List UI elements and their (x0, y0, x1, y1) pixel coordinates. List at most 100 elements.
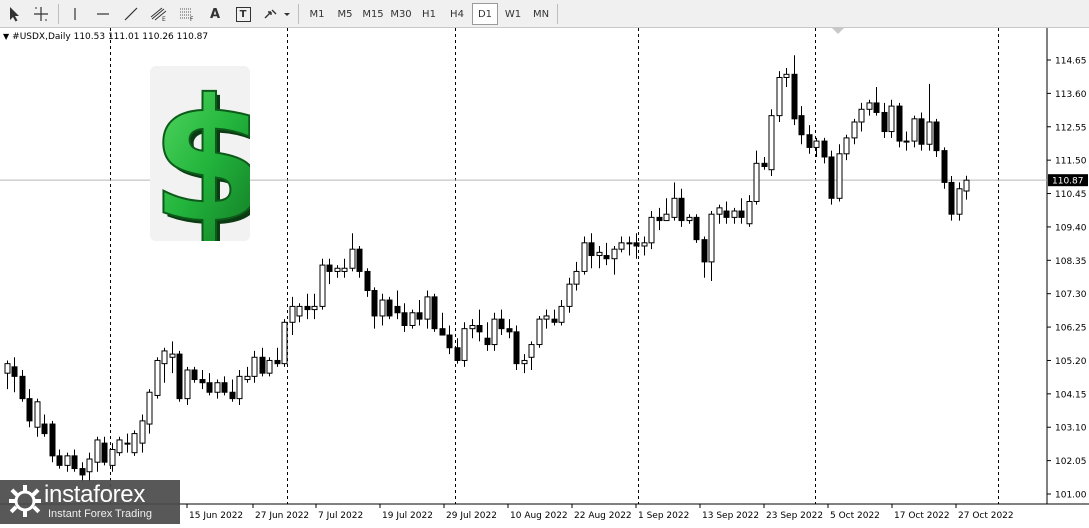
candle-bull (716, 207, 723, 215)
text-icon[interactable]: A (204, 3, 226, 25)
candle-bull (169, 353, 176, 358)
candle-bull (858, 108, 865, 123)
x-tick-label: 22 Aug 2022 (574, 511, 632, 521)
candle-bear (101, 442, 108, 463)
dollar-sign-image: $ $ (149, 62, 272, 265)
candle-bear (26, 398, 33, 422)
watermark-brand: instaforex (44, 481, 146, 508)
candle-bear (821, 140, 828, 158)
candle-bull (131, 433, 138, 454)
horizontal-line-icon[interactable] (92, 3, 114, 25)
y-tick-label: 103.10 (1055, 424, 1087, 434)
candle-bull (379, 299, 386, 317)
timeframe-w1[interactable]: W1 (500, 3, 526, 25)
candle-bull (536, 318, 543, 346)
candle-bear (656, 216, 663, 222)
candle-bull (469, 324, 476, 330)
text-label-icon[interactable]: T (232, 3, 254, 25)
timeframe-m5[interactable]: M5 (332, 3, 358, 25)
x-tick-label: 17 Oct 2022 (894, 511, 950, 521)
y-tick-label: 105.20 (1055, 357, 1087, 367)
timeframe-m1[interactable]: M1 (304, 3, 330, 25)
candle-bull (184, 369, 191, 400)
candle-bull (296, 305, 303, 317)
candle-bear (206, 382, 213, 393)
candle-bull (341, 267, 348, 272)
candle-bull (686, 216, 693, 222)
candle-bull (956, 188, 963, 215)
trendline-icon[interactable] (120, 3, 142, 25)
candle-bull (94, 439, 101, 463)
candle-bear (431, 296, 438, 330)
candle-bear (394, 305, 401, 314)
candle-bull (521, 359, 528, 365)
fibonacci-icon[interactable]: F (176, 3, 198, 25)
candle-bull (528, 344, 535, 358)
candle-bear (941, 150, 948, 183)
x-tick-label: 19 Jul 2022 (382, 511, 433, 521)
y-tick-label: 109.40 (1055, 223, 1087, 233)
x-tick-label: 13 Sep 2022 (702, 511, 759, 521)
candle-bear (798, 115, 805, 136)
candle-bull (4, 363, 11, 374)
candle-bear (633, 242, 640, 247)
vertical-line-icon[interactable] (64, 3, 86, 25)
candle-bear (446, 334, 453, 349)
candle-bull (746, 200, 753, 225)
candle-bull (911, 118, 918, 142)
timeframe-m30[interactable]: M30 (388, 3, 414, 25)
y-tick-label: 113.60 (1055, 90, 1087, 100)
candle-bull (543, 315, 550, 320)
candle-bear (56, 455, 63, 466)
x-tick-label: 27 Jun 2022 (255, 511, 309, 521)
candle-bull (214, 382, 221, 393)
candle-bull (753, 162, 760, 202)
x-tick-label: 1 Sep 2022 (638, 511, 689, 521)
y-tick-label: 114.65 (1055, 57, 1087, 67)
candle-bull (708, 213, 715, 263)
candle-bear (948, 181, 955, 215)
timeframe-m15[interactable]: M15 (360, 3, 386, 25)
symbol-info-text: #USDX,Daily 110.53 111.01 110.26 110.87 (12, 32, 209, 42)
candle-bull (289, 305, 296, 323)
candle-bear (49, 423, 56, 457)
watermark: instaforex Instant Forex Trading (0, 480, 180, 524)
y-tick-label: 106.25 (1055, 324, 1087, 334)
candle-bear (791, 73, 798, 120)
y-tick-label: 101.00 (1055, 491, 1087, 501)
candle-bear (71, 455, 78, 470)
y-tick-label: 108.35 (1055, 257, 1087, 267)
candle-bull (491, 318, 498, 346)
candle-bear (416, 312, 423, 320)
crosshair-icon[interactable] (30, 3, 52, 25)
candle-bear (761, 162, 768, 168)
candle-bear (498, 318, 505, 330)
candle-bull (903, 140, 910, 143)
candle-bull (611, 248, 618, 260)
timeframe-h1[interactable]: H1 (416, 3, 442, 25)
timeframe-h4[interactable]: H4 (444, 3, 470, 25)
current-price-label: 110.87 (1052, 177, 1084, 187)
candle-bear (19, 375, 26, 400)
cursor-arrow-icon[interactable] (4, 3, 26, 25)
candle-bear (678, 197, 685, 222)
candle-bear (439, 328, 446, 336)
candle-bear (41, 423, 48, 435)
arrows-dropdown-icon[interactable] (260, 3, 294, 25)
candle-bull (581, 242, 588, 272)
timeframe-mn[interactable]: MN (528, 3, 554, 25)
timeframe-d1[interactable]: D1 (472, 3, 498, 25)
candle-bull (596, 251, 603, 257)
equidistant-channel-icon[interactable]: E (148, 3, 170, 25)
candle-bear (356, 248, 363, 272)
candle-bear (259, 356, 266, 374)
y-tick-label: 111.50 (1055, 157, 1087, 167)
candle-bull (663, 213, 670, 222)
candle-bear (506, 328, 513, 333)
y-tick-label: 104.15 (1055, 390, 1087, 400)
candle-bear (588, 242, 595, 257)
candle-bull (783, 73, 790, 78)
candle-bear (326, 264, 333, 272)
candle-bear (386, 299, 393, 317)
candle-bull (573, 270, 580, 285)
